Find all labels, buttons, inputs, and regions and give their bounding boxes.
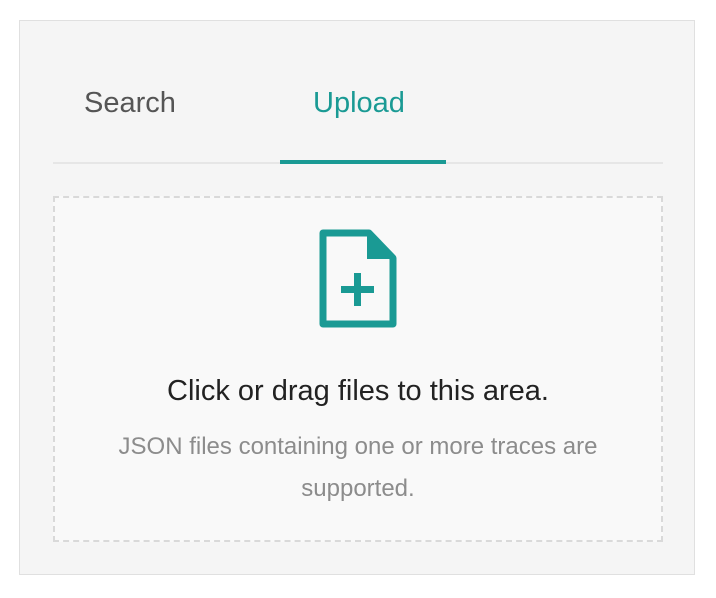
tab-search[interactable]: Search: [84, 87, 176, 119]
tab-bar: Search Upload: [53, 21, 663, 164]
dropzone-title: Click or drag files to this area.: [167, 375, 549, 407]
upload-panel: Search Upload Click or drag files to thi…: [19, 20, 695, 575]
tab-upload[interactable]: Upload: [313, 87, 405, 119]
file-add-icon: [319, 229, 397, 328]
dropzone-hint: JSON files containing one or more traces…: [118, 433, 598, 502]
active-tab-indicator: [280, 160, 446, 164]
file-dropzone[interactable]: Click or drag files to this area. JSON f…: [53, 196, 663, 542]
